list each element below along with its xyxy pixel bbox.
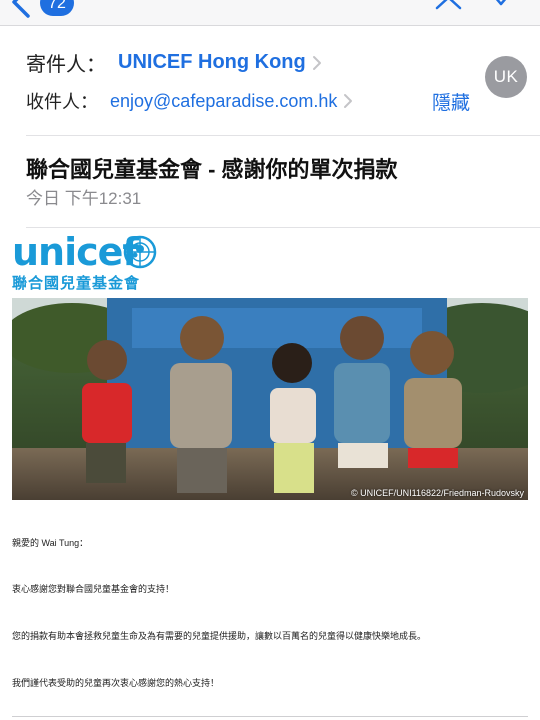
body-paragraph-2: 您的捐款有助本會拯救兒童生命及為有需要的兒童提供援助，讓數以百萬名的兒童得以健康… [12,631,427,641]
body-paragraph-1: 衷心感謝您對聯合國兒童基金會的支持！ [12,584,175,594]
to-label: 收件人： [26,92,98,112]
logo-subtitle: 聯合國兒童基金會 [12,275,141,292]
mail-toolbar: 72 [0,0,540,26]
message-count-badge[interactable]: 72 [40,0,74,16]
hero-photo: © UNICEF/UNI116822/Friedman-Rudovsky [12,298,528,500]
message-subject: 聯合國兒童基金會 - 感謝你的單次捐款 [26,157,398,182]
divider [26,135,540,136]
logo-wordmark: unicef [12,230,139,274]
body-paragraph-3: 我們謹代表受助的兒童再次衷心感謝您的熱心支持！ [12,678,220,688]
from-row: 寄件人： UNICEF Hong Kong [26,48,322,77]
from-label: 寄件人： [26,54,106,76]
to-row: 收件人： enjoy@cafeparadise.com.hk [26,88,353,114]
chevron-right-icon [344,94,353,108]
chevron-right-icon [312,55,321,70]
greeting: 親愛的 Wai Tung： [12,538,89,548]
unicef-emblem-icon [123,235,157,269]
back-chevron-icon[interactable] [6,0,36,18]
divider [26,227,540,228]
message-timestamp: 今日 下午12:31 [26,189,142,208]
chevron-down-icon[interactable] [486,0,516,10]
divider [12,716,528,717]
sender-avatar[interactable]: UK [485,56,527,98]
unicef-logo: unicef 聯合國兒童基金會 [12,230,157,293]
children-photo-illustration [12,298,528,500]
photo-credit: © UNICEF/UNI116822/Friedman-Rudovsky [350,488,524,498]
recipient-address[interactable]: enjoy@cafeparadise.com.hk [110,91,337,112]
hide-details-link[interactable]: 隱藏 [432,88,470,115]
mail-header: 寄件人： UNICEF Hong Kong 收件人： enjoy@cafepar… [0,26,540,136]
close-icon[interactable] [434,0,464,12]
sender-name[interactable]: UNICEF Hong Kong [118,51,306,74]
